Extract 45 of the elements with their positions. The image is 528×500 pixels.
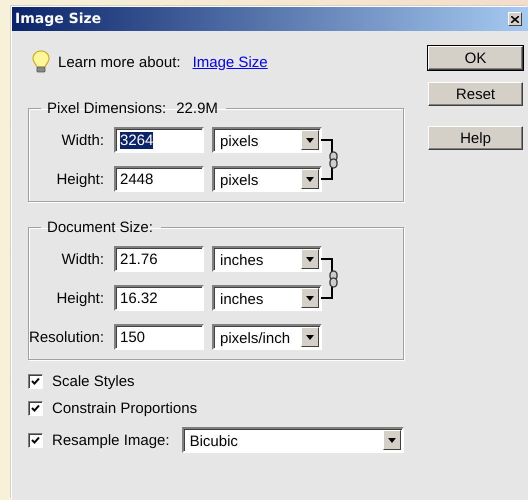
field-label: Width: [60, 132, 105, 148]
unit-dropdown[interactable]: pixels [212, 127, 322, 153]
checkbox[interactable] [28, 401, 43, 416]
check-icon [31, 404, 40, 413]
input-field[interactable]: 16.32 [114, 285, 204, 311]
unit-dropdown[interactable]: inches [212, 246, 322, 272]
caret-icon [388, 438, 396, 442]
lightbulb-icon [32, 50, 50, 74]
checkbox-label: Scale Styles [52, 373, 135, 390]
caret-icon [306, 334, 314, 340]
caret-icon [306, 296, 314, 300]
field-label: Height: [55, 290, 105, 306]
chain-link-icon[interactable] [329, 270, 338, 288]
dialog-button[interactable]: Reset [428, 82, 523, 106]
dialog-button[interactable]: OK [428, 46, 523, 70]
unit-dropdown[interactable]: inches [212, 285, 322, 311]
input-field[interactable]: 2448 [114, 166, 204, 192]
checkbox-label: Resample Image: [52, 432, 170, 448]
checkbox[interactable] [28, 374, 43, 389]
caret-icon [306, 138, 314, 142]
group-title: Pixel Dimensions: [47, 100, 166, 117]
help-link[interactable]: Image Size [192, 54, 268, 70]
group-title: Document Size: [47, 219, 153, 236]
learn-more-text: Learn more about: [58, 54, 181, 70]
caret-icon [306, 176, 314, 182]
unit-dropdown[interactable]: pixels/inch [212, 324, 322, 350]
caret-icon [306, 256, 314, 262]
check-icon [31, 377, 40, 386]
field-label: Height: [55, 170, 105, 188]
window-title: Image Size [15, 11, 102, 27]
input-field[interactable]: 3264 [114, 127, 204, 153]
checkbox[interactable] [28, 432, 43, 448]
unit-dropdown[interactable]: pixels [212, 166, 322, 192]
field-label: Width: [60, 250, 105, 268]
field-label: Resolution: [29, 328, 106, 346]
close-icon [511, 16, 519, 22]
dialog-button[interactable]: Help [428, 126, 523, 150]
checkbox-label: Constrain Proportions [52, 400, 198, 417]
resample-dropdown[interactable]: Bicubic [182, 427, 404, 453]
chain-link-icon[interactable] [329, 150, 338, 168]
size-value: 22.9M [176, 100, 218, 117]
check-icon [31, 436, 40, 444]
close-button[interactable] [508, 12, 522, 26]
input-field[interactable]: 21.76 [114, 246, 204, 272]
input-field[interactable]: 150 [114, 324, 204, 350]
